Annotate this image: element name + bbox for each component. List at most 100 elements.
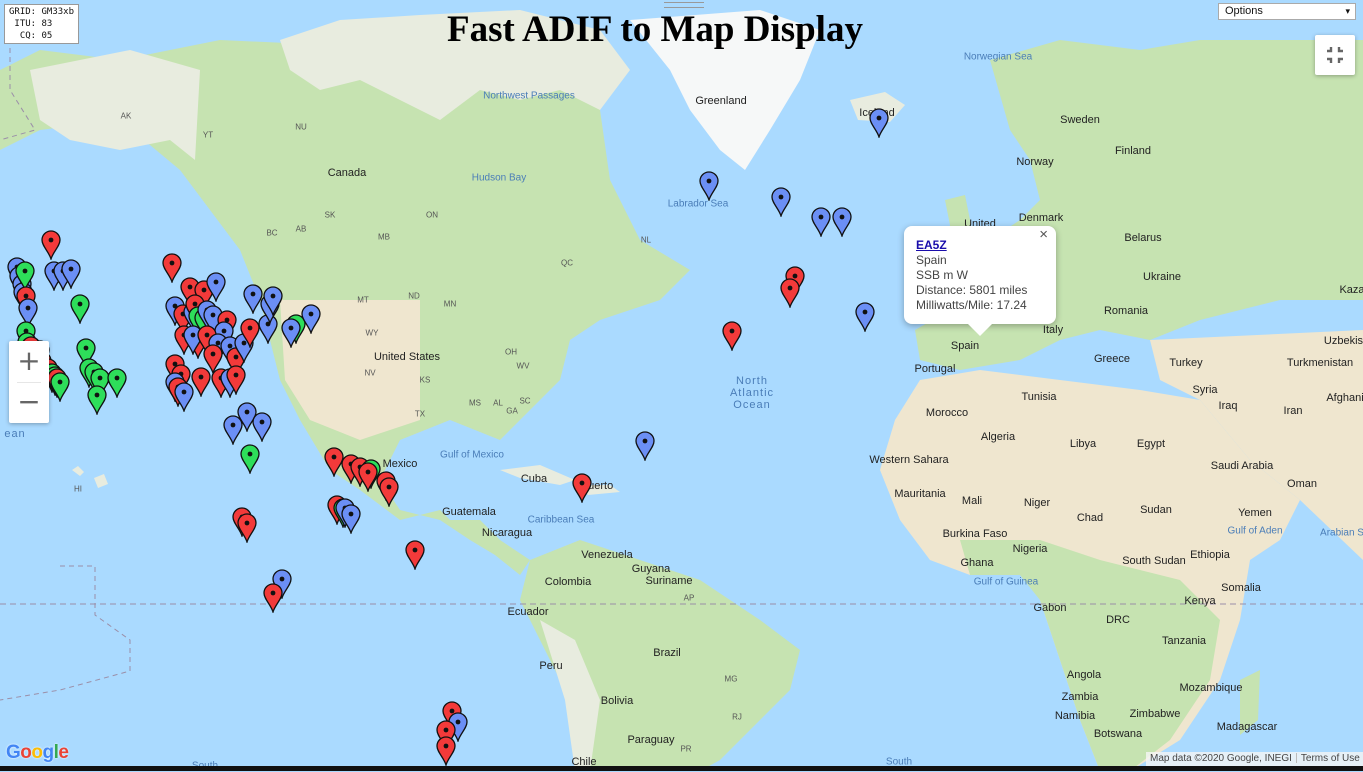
map-pin-icon — [107, 368, 128, 399]
map-marker-blue[interactable] — [699, 171, 719, 202]
zoom-divider — [17, 382, 41, 383]
map-marker-green[interactable] — [87, 385, 107, 416]
map-marker-blue[interactable] — [635, 431, 656, 462]
map-marker-green[interactable] — [107, 368, 128, 399]
map-marker-blue[interactable] — [223, 415, 243, 446]
map-pin-icon — [252, 412, 272, 442]
map-pin-icon — [404, 540, 425, 571]
map-marker-blue[interactable] — [252, 412, 272, 442]
map-marker-red[interactable] — [191, 367, 211, 397]
map-pin-icon — [41, 230, 61, 261]
attribution-divider — [1295, 753, 1297, 764]
map-pin-icon — [280, 318, 301, 348]
map-pin-icon — [263, 583, 283, 613]
map-attribution: Map data ©2020 Google, INEGI Terms of Use — [1146, 752, 1363, 766]
zoom-in-button[interactable]: + — [9, 341, 49, 382]
map-pin-icon — [699, 171, 719, 202]
terms-of-use-link[interactable]: Terms of Use — [1301, 753, 1360, 764]
map-pin-icon — [379, 477, 399, 508]
map-marker-red[interactable] — [226, 365, 246, 395]
map-marker-red[interactable] — [404, 540, 425, 571]
map-pin-icon — [87, 385, 107, 416]
map-canvas[interactable]: Canada United States Mexico Cuba Venezuela Co… — [0, 0, 1363, 772]
options-select[interactable]: Options ▾ — [1218, 3, 1356, 20]
map-pin-icon — [237, 513, 257, 543]
landmass-cuba — [500, 465, 575, 485]
map-pin-icon — [436, 736, 457, 767]
google-logo-letter: o — [20, 742, 32, 763]
map-pin-icon — [191, 367, 211, 397]
map-pin-icon — [205, 271, 226, 302]
close-icon[interactable]: × — [1039, 227, 1048, 242]
map-marker-blue[interactable] — [243, 284, 263, 314]
map-pin-icon — [341, 504, 361, 535]
map-marker-blue[interactable] — [811, 207, 832, 237]
map-pin-icon — [572, 473, 592, 504]
info-window: × EA5Z Spain SSB m W Distance: 5801 mile… — [904, 226, 1056, 336]
map-marker-blue[interactable] — [855, 302, 875, 333]
zoom-control: + − — [9, 341, 49, 423]
landmass-madagascar — [1240, 670, 1260, 735]
page-title: Fast ADIF to Map Display — [447, 9, 863, 50]
map-marker-red[interactable] — [572, 473, 592, 504]
map-pin-icon — [855, 302, 875, 333]
map-pin-icon — [780, 278, 800, 309]
map-marker-red[interactable] — [722, 321, 742, 352]
map-pin-icon — [223, 415, 243, 446]
options-label: Options — [1225, 5, 1263, 17]
map-marker-red[interactable] — [41, 230, 61, 261]
map-marker-red[interactable] — [263, 583, 283, 613]
google-logo-letter: o — [31, 742, 43, 763]
map-data-credit: Map data ©2020 Google, INEGI — [1150, 753, 1292, 764]
map-marker-red[interactable] — [379, 477, 399, 508]
map-marker-green[interactable] — [70, 294, 90, 325]
map-marker-green[interactable] — [50, 372, 70, 402]
google-logo[interactable]: Google — [6, 742, 69, 764]
bottom-bar — [0, 766, 1363, 771]
map-pin-icon — [61, 259, 81, 289]
chevron-down-icon: ▾ — [1345, 6, 1350, 16]
map-marker-red[interactable] — [237, 513, 257, 543]
map-marker-blue[interactable] — [831, 207, 852, 237]
map-marker-blue[interactable] — [341, 504, 361, 535]
callsign-link[interactable]: EA5Z — [916, 238, 947, 252]
popup-mode: SSB m W — [916, 268, 969, 282]
popup-mw-per-mile: Milliwatts/Mile: 17.24 — [916, 298, 1027, 312]
exit-fullscreen-icon — [1327, 47, 1343, 63]
map-marker-blue[interactable] — [61, 259, 81, 289]
map-pin-icon — [243, 284, 263, 314]
map-pin-icon — [635, 431, 656, 462]
map-pin-icon — [70, 294, 90, 325]
map-marker-red[interactable] — [780, 278, 800, 309]
map-marker-green[interactable] — [240, 444, 260, 474]
map-pin-icon — [811, 207, 832, 237]
landmass-central-america — [440, 520, 530, 575]
map-marker-red[interactable] — [436, 736, 457, 767]
popup-country: Spain — [916, 253, 947, 267]
landmass-hawaii — [72, 466, 108, 488]
map-pin-icon — [301, 304, 321, 334]
google-logo-letter: G — [6, 742, 21, 763]
map-pin-icon — [226, 365, 246, 395]
dateline — [0, 565, 131, 701]
landmass-alaska — [30, 50, 200, 160]
map-marker-blue[interactable] — [263, 286, 283, 317]
popup-distance: Distance: 5801 miles — [916, 283, 1028, 297]
google-logo-letter: g — [42, 742, 55, 763]
map-marker-blue[interactable] — [869, 108, 889, 139]
map-marker-blue[interactable] — [301, 304, 321, 334]
google-logo-letter: e — [58, 742, 69, 763]
map-pin-icon — [722, 321, 742, 352]
map-pin-icon — [831, 207, 852, 237]
map-marker-blue[interactable] — [280, 318, 301, 348]
map-marker-blue[interactable] — [771, 187, 791, 217]
map-pin-icon — [771, 187, 791, 217]
fullscreen-button[interactable] — [1315, 35, 1355, 75]
map-marker-blue[interactable] — [205, 271, 226, 302]
grid-info-box: GRID: GM33xb ITU: 83 CQ: 05 — [4, 4, 80, 44]
map-pin-icon — [50, 372, 70, 402]
map-pin-icon — [869, 108, 889, 139]
map-pin-icon — [240, 444, 260, 474]
zoom-out-button[interactable]: − — [9, 382, 49, 423]
map-pin-icon — [263, 286, 283, 317]
